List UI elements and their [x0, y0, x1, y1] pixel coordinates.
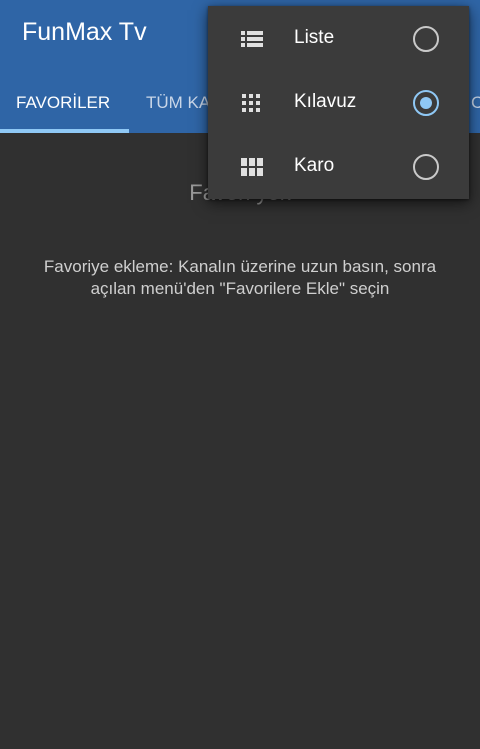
- radio-grid-dot: [420, 97, 432, 109]
- grid-icon: [242, 94, 260, 112]
- tab-favorites[interactable]: FAVORİLER: [16, 80, 110, 130]
- hint-line-2: açılan menü'den "Favorilere Ekle" seçin: [90, 279, 390, 298]
- menu-item-grid-label: Kılavuz: [294, 91, 357, 112]
- radio-list[interactable]: [413, 26, 439, 52]
- menu-item-grid[interactable]: Kılavuz: [208, 71, 469, 135]
- radio-grid[interactable]: [413, 90, 439, 116]
- menu-item-list[interactable]: Liste: [208, 7, 469, 71]
- tab-indicator: [0, 129, 129, 133]
- tile-icon: [241, 158, 263, 176]
- hint-line-1: Favoriye ekleme: Kanalın üzerine uzun ba…: [43, 257, 437, 276]
- radio-tile[interactable]: [413, 154, 439, 180]
- tab-third[interactable]: C: [471, 80, 480, 130]
- list-icon: [241, 31, 263, 47]
- view-mode-menu: Liste Kılavuz Karo: [208, 6, 469, 199]
- menu-item-tile-label: Karo: [294, 155, 335, 176]
- app-title: FunMax Tv: [22, 18, 147, 46]
- menu-item-tile[interactable]: Karo: [208, 135, 469, 199]
- menu-item-list-label: Liste: [294, 27, 335, 48]
- empty-state-hint: Favoriye ekleme: Kanalın üzerine uzun ba…: [20, 256, 460, 300]
- tab-all-channels[interactable]: TÜM KA: [146, 80, 210, 130]
